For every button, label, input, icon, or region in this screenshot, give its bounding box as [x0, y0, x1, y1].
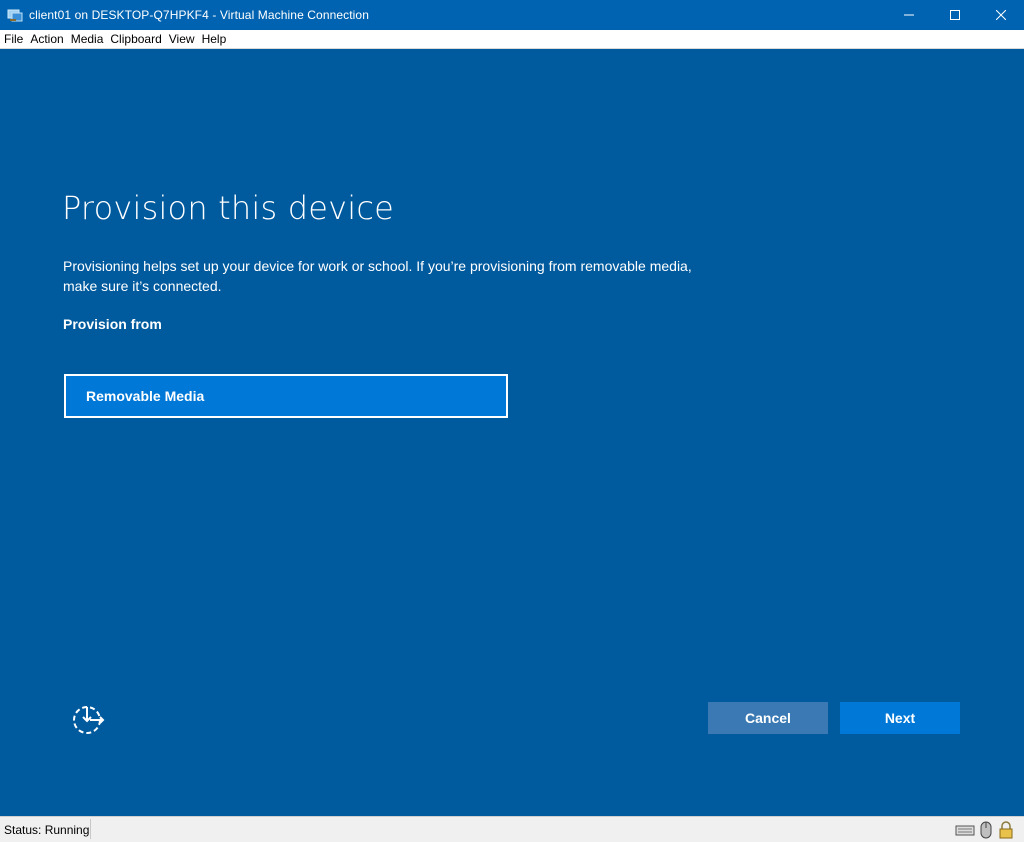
ease-of-access-icon[interactable]	[70, 702, 106, 738]
cancel-button[interactable]: Cancel	[708, 702, 828, 734]
menu-bar: File Action Media Clipboard View Help	[0, 30, 1024, 49]
keyboard-icon	[955, 821, 975, 839]
menu-media[interactable]: Media	[67, 30, 107, 48]
menu-action[interactable]: Action	[26, 30, 66, 48]
vm-connection-icon	[7, 7, 23, 23]
lock-icon	[998, 821, 1014, 839]
menu-view[interactable]: View	[165, 30, 198, 48]
maximize-icon	[950, 10, 960, 20]
vm-display[interactable]: Provision this device Provisioning helps…	[0, 49, 1024, 816]
next-button[interactable]: Next	[840, 702, 960, 734]
removable-media-label: Removable Media	[86, 388, 205, 404]
window-title: client01 on DESKTOP-Q7HPKF4 - Virtual Ma…	[29, 8, 369, 22]
minimize-icon	[904, 14, 914, 16]
menu-file[interactable]: File	[0, 30, 26, 48]
page-title: Provision this device	[62, 189, 395, 227]
menu-help[interactable]: Help	[198, 30, 230, 48]
minimize-button[interactable]	[886, 0, 932, 30]
status-bar: Status: Running	[0, 816, 1024, 842]
status-text: Status: Running	[4, 823, 90, 837]
menu-clipboard[interactable]: Clipboard	[106, 30, 164, 48]
title-bar[interactable]: client01 on DESKTOP-Q7HPKF4 - Virtual Ma…	[0, 0, 1024, 30]
close-icon	[996, 10, 1006, 20]
maximize-button[interactable]	[932, 0, 978, 30]
status-divider	[90, 819, 91, 839]
mouse-icon	[979, 821, 993, 839]
close-button[interactable]	[978, 0, 1024, 30]
page-description: Provisioning helps set up your device fo…	[63, 258, 692, 294]
removable-media-option[interactable]: Removable Media	[64, 374, 508, 418]
provision-from-label: Provision from	[63, 316, 162, 332]
